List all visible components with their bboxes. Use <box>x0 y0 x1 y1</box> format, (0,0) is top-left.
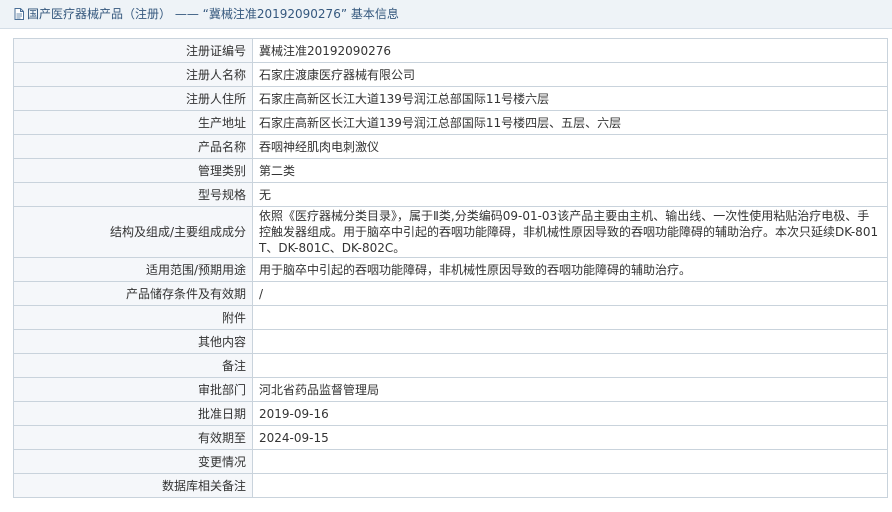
row-value <box>252 329 888 354</box>
row-value: 冀械注准20192090276 <box>252 38 888 63</box>
row-value: 2024-09-15 <box>252 425 888 450</box>
row-label: 结构及组成/主要组成成分 <box>13 206 253 258</box>
row-label: 数据库相关备注 <box>13 473 253 498</box>
row-value <box>252 353 888 378</box>
row-label: 产品储存条件及有效期 <box>13 281 253 306</box>
row-label: 备注 <box>13 353 253 378</box>
product-info-table: 注册证编号 冀械注准20192090276 注册人名称 石家庄渡康医疗器械有限公… <box>13 38 888 498</box>
table-row: 适用范围/预期用途 用于脑卒中引起的吞咽功能障碍，非机械性原因导致的吞咽功能障碍… <box>13 257 888 282</box>
table-row: 注册证编号 冀械注准20192090276 <box>13 38 888 63</box>
info-panel: 注册证编号 冀械注准20192090276 注册人名称 石家庄渡康医疗器械有限公… <box>13 38 888 498</box>
row-value: 石家庄高新区长江大道139号润江总部国际11号楼四层、五层、六层 <box>252 110 888 135</box>
row-value: 无 <box>252 182 888 207</box>
row-label: 注册证编号 <box>13 38 253 63</box>
table-row: 生产地址 石家庄高新区长江大道139号润江总部国际11号楼四层、五层、六层 <box>13 110 888 135</box>
table-row: 注册人住所 石家庄高新区长江大道139号润江总部国际11号楼六层 <box>13 86 888 111</box>
row-label: 型号规格 <box>13 182 253 207</box>
row-label: 有效期至 <box>13 425 253 450</box>
row-label: 批准日期 <box>13 401 253 426</box>
row-value: 依照《医疗器械分类目录》，属于Ⅱ类,分类编码09-01-03该产品主要由主机、输… <box>252 206 888 258</box>
table-row: 批准日期 2019-09-16 <box>13 401 888 426</box>
table-row: 数据库相关备注 <box>13 473 888 498</box>
row-value <box>252 449 888 474</box>
table-row: 管理类别 第二类 <box>13 158 888 183</box>
table-row: 型号规格 无 <box>13 182 888 207</box>
table-row: 结构及组成/主要组成成分 依照《医疗器械分类目录》，属于Ⅱ类,分类编码09-01… <box>13 206 888 258</box>
row-value <box>252 305 888 330</box>
row-value: 用于脑卒中引起的吞咽功能障碍，非机械性原因导致的吞咽功能障碍的辅助治疗。 <box>252 257 888 282</box>
row-value: 石家庄渡康医疗器械有限公司 <box>252 62 888 87</box>
row-label: 变更情况 <box>13 449 253 474</box>
row-value: / <box>252 281 888 306</box>
row-label: 审批部门 <box>13 377 253 402</box>
table-row: 注册人名称 石家庄渡康医疗器械有限公司 <box>13 62 888 87</box>
document-icon <box>14 8 24 20</box>
row-label: 适用范围/预期用途 <box>13 257 253 282</box>
table-row: 变更情况 <box>13 449 888 474</box>
page-header: 国产医疗器械产品（注册） —— “冀械注准20192090276” 基本信息 <box>0 0 892 29</box>
row-value: 第二类 <box>252 158 888 183</box>
row-label: 管理类别 <box>13 158 253 183</box>
table-row: 产品储存条件及有效期 / <box>13 281 888 306</box>
table-row: 有效期至 2024-09-15 <box>13 425 888 450</box>
table-row: 产品名称 吞咽神经肌肉电刺激仪 <box>13 134 888 159</box>
row-label: 产品名称 <box>13 134 253 159</box>
table-row: 附件 <box>13 305 888 330</box>
row-value: 2019-09-16 <box>252 401 888 426</box>
row-label: 注册人名称 <box>13 62 253 87</box>
table-row: 备注 <box>13 353 888 378</box>
row-label: 附件 <box>13 305 253 330</box>
row-value <box>252 473 888 498</box>
row-value: 河北省药品监督管理局 <box>252 377 888 402</box>
page-title: 国产医疗器械产品（注册） —— “冀械注准20192090276” 基本信息 <box>27 7 399 21</box>
row-value: 石家庄高新区长江大道139号润江总部国际11号楼六层 <box>252 86 888 111</box>
row-label: 注册人住所 <box>13 86 253 111</box>
table-row: 其他内容 <box>13 329 888 354</box>
row-label: 其他内容 <box>13 329 253 354</box>
row-value: 吞咽神经肌肉电刺激仪 <box>252 134 888 159</box>
table-row: 审批部门 河北省药品监督管理局 <box>13 377 888 402</box>
row-label: 生产地址 <box>13 110 253 135</box>
